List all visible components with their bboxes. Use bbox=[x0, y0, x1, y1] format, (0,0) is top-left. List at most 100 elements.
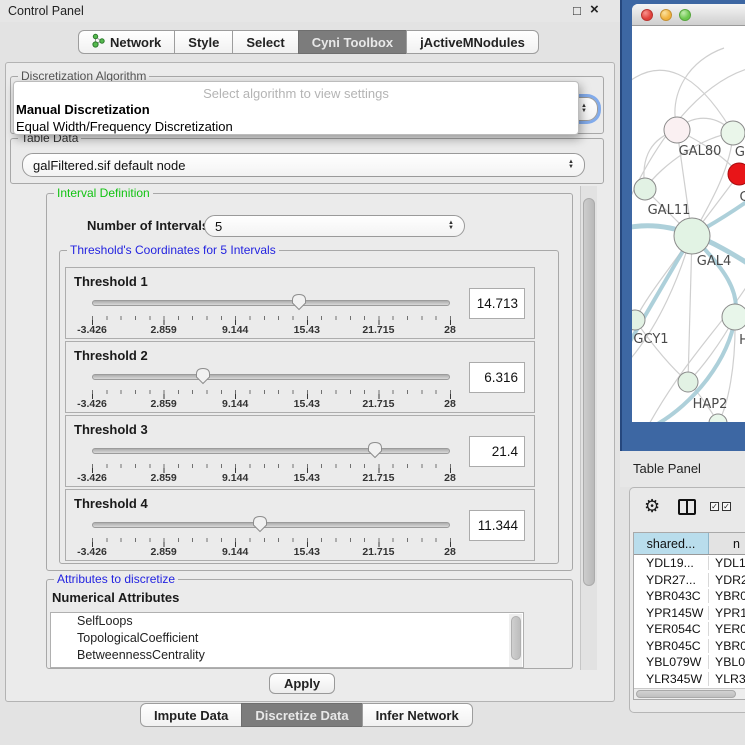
slider-tick-labels: -3.426 2.859 9.144 15.43 21.715 28 bbox=[92, 472, 450, 486]
node-gal4[interactable] bbox=[674, 218, 710, 254]
tab-network[interactable]: Network bbox=[78, 30, 175, 54]
node-label: G. bbox=[735, 145, 745, 160]
close-traffic-light-icon[interactable] bbox=[641, 9, 653, 21]
numerical-attributes-list: SelfLoops TopologicalCoefficient Between… bbox=[50, 612, 524, 668]
node-label: HAP2 bbox=[693, 397, 728, 412]
list-item[interactable]: BetweennessCentrality bbox=[51, 647, 523, 664]
threshold-3-card: Threshold 3 -3.426 2.859 9.144 15.43 21.… bbox=[65, 415, 535, 487]
table-panel-bar: Table Panel bbox=[620, 451, 745, 487]
table-data-combobox[interactable]: galFiltered.sif default node ▲▼ bbox=[22, 153, 585, 177]
table-row[interactable]: YBL079WYBL0 bbox=[634, 654, 745, 671]
table-row[interactable]: YLR345WYLR3 bbox=[634, 671, 745, 688]
threshold-2-card: Threshold 2 -3.426 2.859 9.144 15.43 21.… bbox=[65, 341, 535, 413]
slider-handle[interactable] bbox=[367, 441, 383, 459]
column-header-name[interactable]: n bbox=[709, 533, 745, 554]
slider-track[interactable] bbox=[92, 374, 450, 380]
threshold-4-slider[interactable] bbox=[92, 514, 450, 538]
scrollbar-thumb[interactable] bbox=[636, 690, 736, 698]
group-title: Threshold's Coordinates for 5 Intervals bbox=[67, 243, 279, 257]
screenshot-root: Control Panel □ × Network Style Select bbox=[0, 0, 745, 745]
table-header-row: shared... n bbox=[634, 533, 745, 555]
slider-track[interactable] bbox=[92, 522, 450, 528]
control-panel-titlebar: Control Panel □ × bbox=[0, 0, 620, 22]
settings-vertical-scrollbar[interactable] bbox=[580, 186, 597, 670]
threshold-1-value-field[interactable] bbox=[469, 288, 525, 319]
threshold-4-value-field[interactable] bbox=[469, 510, 525, 541]
network-view-frame: GAL80 G. C GAL11 GAL4 GCY1 H HAP2 bbox=[620, 0, 745, 451]
slider-track[interactable] bbox=[92, 448, 450, 454]
threshold-3-slider[interactable] bbox=[92, 440, 450, 464]
slider-handle[interactable] bbox=[291, 293, 307, 311]
threshold-2-slider[interactable] bbox=[92, 366, 450, 390]
node-g[interactable] bbox=[721, 121, 745, 145]
node-gal11[interactable] bbox=[634, 178, 656, 200]
dropdown-item-equal-width-frequency[interactable]: Equal Width/Frequency Discretization bbox=[16, 119, 233, 134]
node-red[interactable] bbox=[728, 163, 745, 185]
node-label: C bbox=[739, 190, 745, 205]
threshold-3-value-field[interactable] bbox=[469, 436, 525, 467]
combo-arrows-icon: ▲▼ bbox=[581, 104, 587, 114]
node-gal80[interactable] bbox=[664, 117, 690, 143]
thresholds-group: Threshold's Coordinates for 5 Intervals … bbox=[59, 250, 559, 564]
scrollbar-thumb[interactable] bbox=[583, 198, 595, 586]
table-panel-title: Table Panel bbox=[633, 461, 701, 476]
combo-value: galFiltered.sif default node bbox=[33, 158, 185, 173]
scrollbar-thumb[interactable] bbox=[511, 616, 521, 660]
table-row[interactable]: YBR043CYBR0 bbox=[634, 588, 745, 605]
node-attribute-table: shared... n YDL19...YDL1 YDR27...YDR2 YB… bbox=[633, 532, 745, 700]
zoom-traffic-light-icon[interactable] bbox=[679, 9, 691, 21]
tab-style[interactable]: Style bbox=[174, 30, 233, 54]
node-gcy1[interactable] bbox=[632, 310, 645, 330]
slider-handle[interactable] bbox=[195, 367, 211, 385]
tab-label: Cyni Toolbox bbox=[312, 35, 393, 50]
table-horizontal-scrollbar[interactable] bbox=[634, 688, 745, 699]
cyni-bottom-tabs: Impute Data Discretize Data Infer Networ… bbox=[140, 703, 473, 727]
numerical-attributes-label: Numerical Attributes bbox=[52, 590, 179, 605]
apply-button[interactable]: Apply bbox=[269, 673, 335, 694]
gear-icon[interactable]: ⚙ bbox=[644, 496, 660, 517]
tab-impute-data[interactable]: Impute Data bbox=[140, 703, 242, 727]
tab-cyni-toolbox[interactable]: Cyni Toolbox bbox=[298, 30, 407, 54]
node-partial[interactable] bbox=[709, 414, 727, 422]
checkbox-icon[interactable]: ✓ bbox=[710, 502, 719, 511]
threshold-label: Threshold 1 bbox=[74, 274, 148, 289]
tab-select[interactable]: Select bbox=[232, 30, 298, 54]
table-row[interactable]: YDL19...YDL1 bbox=[634, 555, 745, 572]
threshold-label: Threshold 2 bbox=[74, 348, 148, 363]
threshold-1-card: Threshold 1 -3.426 2.859 9.144 15.43 21.… bbox=[65, 267, 535, 339]
tab-label: Impute Data bbox=[154, 708, 228, 723]
number-of-intervals-combobox[interactable]: 5 ▲▼ bbox=[204, 215, 465, 237]
threshold-1-slider[interactable] bbox=[92, 292, 450, 316]
tab-label: Infer Network bbox=[376, 708, 459, 723]
table-row[interactable]: YBR045CYBR0 bbox=[634, 638, 745, 655]
checkbox-icon[interactable]: ✓ bbox=[722, 502, 731, 511]
table-row[interactable]: YPR145WYPR1 bbox=[634, 605, 745, 622]
slider-handle[interactable] bbox=[252, 515, 268, 533]
threshold-2-value-field[interactable] bbox=[469, 362, 525, 393]
network-canvas[interactable]: GAL80 G. C GAL11 GAL4 GCY1 H HAP2 bbox=[632, 26, 745, 422]
close-icon[interactable]: × bbox=[590, 1, 599, 18]
tab-infer-network[interactable]: Infer Network bbox=[362, 703, 473, 727]
control-panel-tabs: Network Style Select Cyni Toolbox jActiv… bbox=[78, 30, 539, 54]
node-hap2[interactable] bbox=[678, 372, 698, 392]
list-item[interactable]: TopologicalCoefficient bbox=[51, 630, 523, 647]
table-row[interactable]: YDR27...YDR2 bbox=[634, 572, 745, 589]
node-h[interactable] bbox=[722, 304, 745, 330]
slider-track[interactable] bbox=[92, 300, 450, 306]
tab-jactivemnodules[interactable]: jActiveMNodules bbox=[406, 30, 539, 54]
list-vertical-scrollbar[interactable] bbox=[509, 614, 522, 668]
tab-discretize-data[interactable]: Discretize Data bbox=[241, 703, 362, 727]
interval-definition-group: Interval Definition Number of Intervals … bbox=[46, 193, 573, 571]
table-row[interactable]: YER054CYER0 bbox=[634, 621, 745, 638]
threshold-label: Threshold 3 bbox=[74, 422, 148, 437]
list-item[interactable]: SelfLoops bbox=[51, 613, 523, 630]
minimize-traffic-light-icon[interactable] bbox=[660, 9, 672, 21]
algorithm-dropdown-popup: Select algorithm to view settings Manual… bbox=[13, 81, 579, 135]
number-of-intervals-label: Number of Intervals bbox=[87, 218, 209, 233]
dropdown-item-manual-discretization[interactable]: Manual Discretization bbox=[16, 102, 150, 117]
float-window-icon[interactable]: □ bbox=[573, 3, 581, 18]
split-view-icon[interactable] bbox=[678, 499, 696, 515]
node-label: GAL11 bbox=[648, 203, 691, 218]
node-label: GAL80 bbox=[679, 144, 722, 159]
column-header-shared[interactable]: shared... bbox=[634, 533, 709, 554]
